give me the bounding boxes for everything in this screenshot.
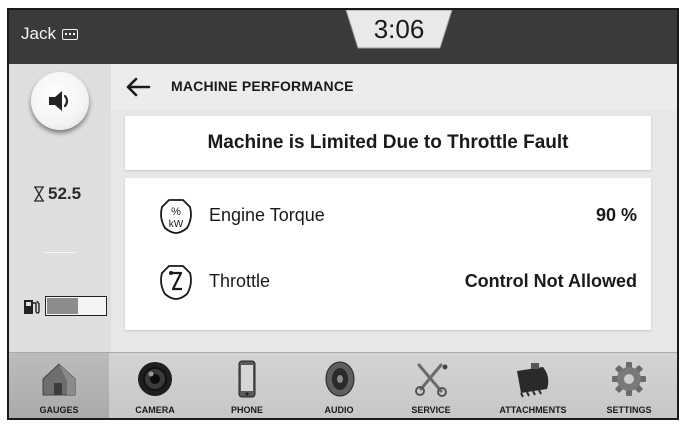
throttle-label: Throttle (209, 271, 271, 291)
nav-label: PHONE (230, 405, 263, 415)
divider (45, 252, 75, 253)
nav-camera[interactable]: CAMERA (109, 353, 201, 418)
phone-icon (238, 360, 256, 398)
list-item-engine-torque: % kW Engine Torque 90 % (125, 196, 651, 236)
fault-message: Machine is Limited Due to Throttle Fault (207, 132, 569, 153)
clock-time: 3:06 (373, 14, 425, 44)
main-content: MACHINE PERFORMANCE Machine is Limited D… (111, 64, 677, 352)
nav-label: AUDIO (324, 405, 354, 415)
performance-details: % kW Engine Torque 90 % Throttle Control… (125, 178, 651, 330)
nav-settings[interactable]: SETTINGS (583, 353, 675, 418)
engine-torque-label: Engine Torque (209, 205, 325, 225)
nav-gauges[interactable]: GAUGES (9, 353, 109, 418)
hourglass-icon (34, 186, 44, 202)
engine-hours: 52.5 (33, 184, 81, 204)
fuel-level-fill (47, 298, 78, 314)
back-arrow-icon[interactable] (125, 76, 151, 98)
bottom-navigation: GAUGES CAMERA PHONE AUDIO SERVICE ATTACH… (9, 352, 677, 418)
house-icon (42, 363, 76, 396)
camera-lens-icon (138, 362, 172, 396)
clock-tab: 3:06 (344, 10, 454, 50)
page-title: MACHINE PERFORMANCE (171, 78, 354, 94)
gear-icon (612, 362, 646, 396)
fuel-gauge (23, 296, 107, 316)
speaker-icon (325, 361, 355, 397)
svg-text:kW: kW (169, 219, 184, 230)
bucket-icon (517, 363, 549, 398)
nav-label: CAMERA (135, 405, 175, 415)
svg-text:%: % (171, 206, 181, 218)
engine-hours-value: 52.5 (48, 184, 82, 203)
nav-service[interactable]: SERVICE (385, 353, 477, 418)
volume-button[interactable] (31, 72, 89, 130)
page-header: MACHINE PERFORMANCE (111, 64, 677, 110)
nav-label: GAUGES (39, 405, 79, 415)
wrench-screwdriver-icon (415, 363, 448, 397)
speaker-volume-icon (49, 91, 69, 111)
nav-label: SETTINGS (606, 405, 652, 415)
status-bar: Jack 3:06 (9, 10, 677, 64)
keypad-icon (61, 28, 78, 40)
nav-audio[interactable]: AUDIO (293, 353, 385, 418)
throttle-value: Control Not Allowed (464, 271, 637, 291)
fuel-pump-icon (24, 300, 40, 314)
percent-kw-icon: % kW (160, 199, 192, 234)
operator-indicator[interactable]: Jack (21, 24, 78, 44)
left-sidebar: 52.5 (9, 64, 111, 352)
fault-banner: Machine is Limited Due to Throttle Fault (125, 116, 651, 170)
nav-label: SERVICE (411, 405, 451, 415)
throttle-lever-icon (160, 265, 192, 300)
nav-label: ATTACHMENTS (499, 405, 567, 415)
list-item-throttle: Throttle Control Not Allowed (125, 262, 651, 302)
operator-name: Jack (21, 24, 56, 43)
nav-phone[interactable]: PHONE (201, 353, 293, 418)
fuel-level-bar (45, 296, 107, 316)
nav-attachments[interactable]: ATTACHMENTS (487, 353, 579, 418)
machine-display: Jack 3:06 52.5 MACHINE PERFORMANCE Machi… (7, 8, 679, 420)
engine-torque-value: 90 % (595, 205, 637, 225)
